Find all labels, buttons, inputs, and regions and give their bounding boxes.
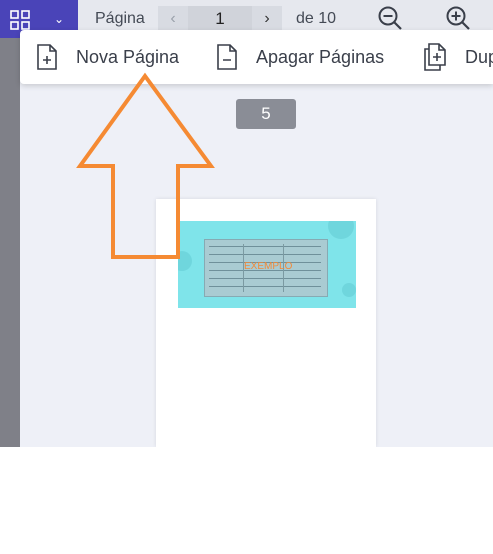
up-arrow-annotation (76, 72, 215, 259)
